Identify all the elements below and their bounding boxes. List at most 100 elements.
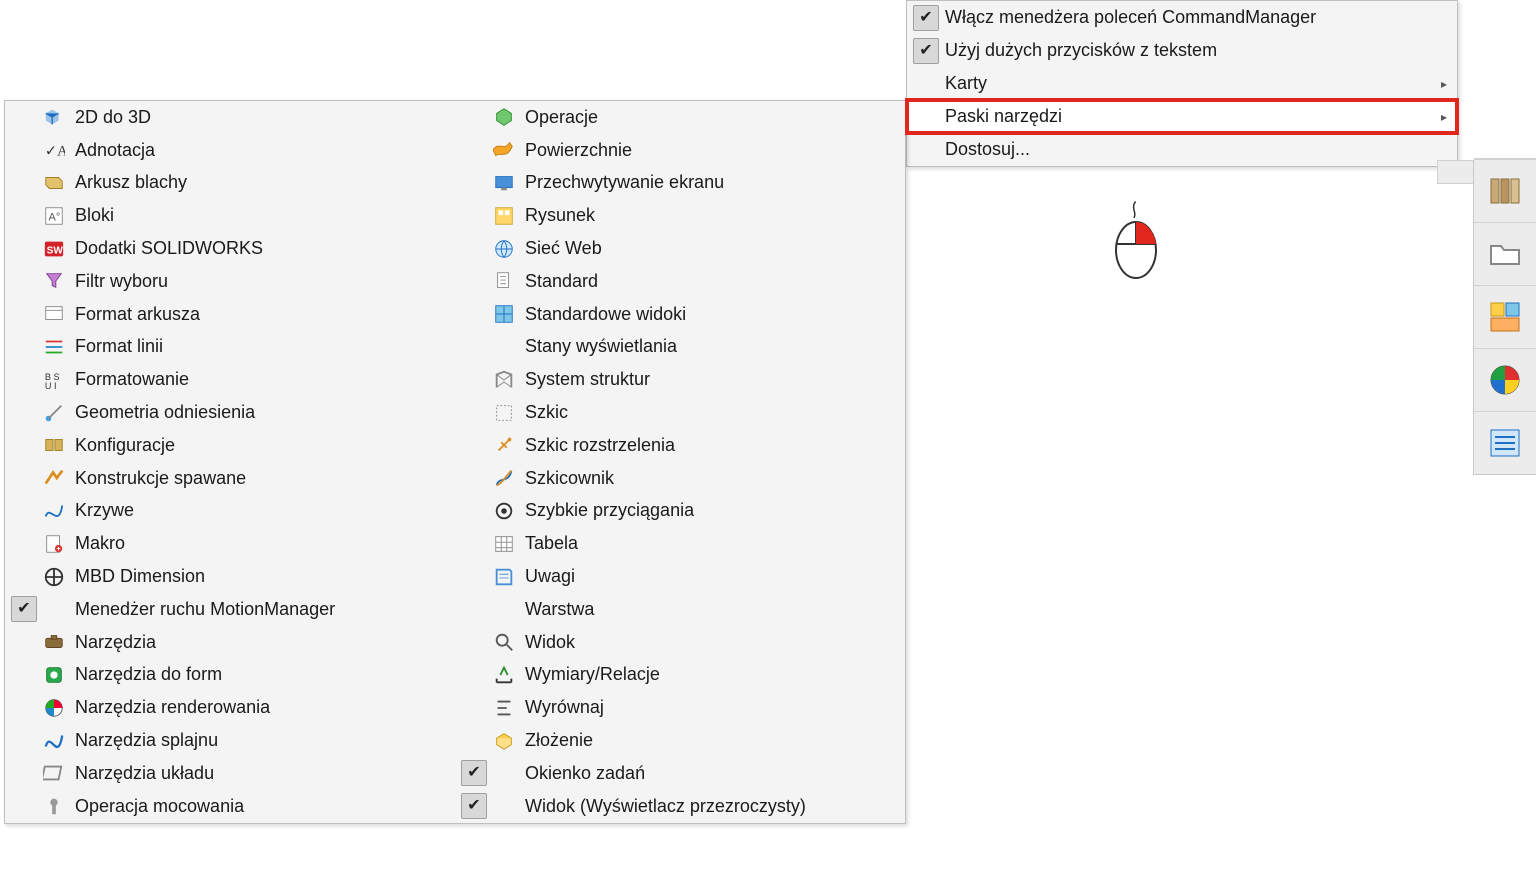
toolbar-item[interactable]: Rysunek bbox=[455, 199, 905, 232]
check-placeholder bbox=[461, 203, 487, 229]
ctx-label: Włącz menedżera poleceń CommandManager bbox=[945, 7, 1449, 28]
check-placeholder bbox=[461, 400, 487, 426]
dock-appearance-button[interactable] bbox=[1474, 349, 1536, 412]
web-icon bbox=[491, 236, 517, 262]
toolbar-item[interactable]: Szkic bbox=[455, 396, 905, 429]
dock-open-button[interactable] bbox=[1474, 223, 1536, 286]
toolbar-item-label: Operacje bbox=[525, 107, 895, 128]
formatting-icon bbox=[41, 367, 67, 393]
toolbar-item[interactable]: 2D do 3D bbox=[5, 101, 455, 134]
check-placeholder bbox=[11, 170, 37, 196]
toolbar-item[interactable]: Dodatki SOLIDWORKS bbox=[5, 232, 455, 265]
check-icon: ✔ bbox=[461, 793, 487, 819]
toolbar-item[interactable]: Konstrukcje spawane bbox=[5, 462, 455, 495]
toolbar-item[interactable]: Arkusz blachy bbox=[5, 167, 455, 200]
toolbars-submenu: 2D do 3D AdnotacjaArkusz blachyBlokiDodat… bbox=[4, 100, 906, 824]
check-placeholder bbox=[461, 695, 487, 721]
toolbar-item[interactable]: Makro bbox=[5, 527, 455, 560]
ctx-item-commandmanager[interactable]: ✔ Włącz menedżera poleceń CommandManager bbox=[907, 1, 1457, 34]
toolbar-item[interactable]: Standard bbox=[455, 265, 905, 298]
toolbar-item[interactable]: System struktur bbox=[455, 363, 905, 396]
ctx-label: Dostosuj... bbox=[945, 139, 1449, 160]
toolbar-item[interactable]: Operacja mocowania bbox=[5, 790, 455, 823]
check-placeholder bbox=[461, 268, 487, 294]
mold-tools-icon bbox=[41, 662, 67, 688]
toolbar-item[interactable]: Narzędzia bbox=[5, 626, 455, 659]
toolbar-item-label: 2D do 3D bbox=[75, 107, 445, 128]
toolbar-item[interactable]: Krzywe bbox=[5, 495, 455, 528]
toolbar-item[interactable]: Przechwytywanie ekranu bbox=[455, 167, 905, 200]
toolbar-item-label: Makro bbox=[75, 533, 445, 554]
layout-tools-icon bbox=[41, 760, 67, 786]
dock-palette-button[interactable] bbox=[1474, 286, 1536, 349]
toolbar-item[interactable]: Narzędzia splajnu bbox=[5, 724, 455, 757]
ctx-item-toolbars[interactable]: Paski narzędzi ▸ bbox=[907, 100, 1457, 133]
toolbar-item-label: Sieć Web bbox=[525, 238, 895, 259]
mouse-rightclick-illustration bbox=[1106, 200, 1166, 280]
curves-icon bbox=[41, 498, 67, 524]
toolbar-item[interactable]: ✔Menedżer ruchu MotionManager bbox=[5, 593, 455, 626]
toolbar-item[interactable]: Narzędzia do form bbox=[5, 659, 455, 692]
toolbar-item[interactable]: Narzędzia renderowania bbox=[5, 691, 455, 724]
toolbar-item[interactable]: Filtr wyboru bbox=[5, 265, 455, 298]
toolbar-item-label: Warstwa bbox=[525, 599, 895, 620]
toolbar-item[interactable]: Widok bbox=[455, 626, 905, 659]
table-icon bbox=[491, 531, 517, 557]
toolbar-item-label: Narzędzia renderowania bbox=[75, 697, 445, 718]
toolbar-item[interactable]: Warstwa bbox=[455, 593, 905, 626]
toolbars-column-2: Operacje PowierzchniePrzechwytywanie ekra… bbox=[455, 101, 905, 823]
toolbar-item[interactable]: Tabela bbox=[455, 527, 905, 560]
toolbar-item[interactable]: Wymiary/Relacje bbox=[455, 659, 905, 692]
check-placeholder bbox=[913, 71, 939, 97]
ctx-item-tabs[interactable]: Karty ▸ bbox=[907, 67, 1457, 100]
toolbar-item-label: Narzędzia do form bbox=[75, 664, 445, 685]
check-placeholder bbox=[11, 728, 37, 754]
check-placeholder bbox=[11, 695, 37, 721]
toolbar-item[interactable]: Format arkusza bbox=[5, 298, 455, 331]
toolbar-item[interactable]: Szkic rozstrzelenia bbox=[455, 429, 905, 462]
notes-icon bbox=[491, 564, 517, 590]
configs-icon bbox=[41, 432, 67, 458]
ctx-item-customize[interactable]: Dostosuj... bbox=[907, 133, 1457, 166]
toolbar-item[interactable]: ✔Widok (Wyświetlacz przezroczysty) bbox=[455, 790, 905, 823]
toolbar-item[interactable]: Bloki bbox=[5, 199, 455, 232]
toolbar-item[interactable]: Operacje bbox=[455, 101, 905, 134]
toolbar-item[interactable]: Szkicownik bbox=[455, 462, 905, 495]
check-placeholder bbox=[11, 334, 37, 360]
toolbar-item[interactable]: Sieć Web bbox=[455, 232, 905, 265]
toolbar-item[interactable]: Stany wyświetlania bbox=[455, 331, 905, 364]
toolbar-item[interactable]: Uwagi bbox=[455, 560, 905, 593]
check-placeholder bbox=[11, 301, 37, 327]
toolbar-item[interactable]: Adnotacja bbox=[5, 134, 455, 167]
macro-icon bbox=[41, 531, 67, 557]
toolbar-item-label: Wymiary/Relacje bbox=[525, 664, 895, 685]
ctx-item-large-buttons[interactable]: ✔ Użyj dużych przycisków z tekstem bbox=[907, 34, 1457, 67]
spline-tools-icon bbox=[41, 728, 67, 754]
quick-snaps-icon bbox=[491, 498, 517, 524]
ref-geom-icon bbox=[41, 400, 67, 426]
toolbar-item[interactable]: Formatowanie bbox=[5, 363, 455, 396]
dock-library-button[interactable] bbox=[1474, 160, 1536, 223]
toolbar-item[interactable]: Geometria odniesienia bbox=[5, 396, 455, 429]
toolbar-item[interactable]: Złożenie bbox=[455, 724, 905, 757]
toolbar-item-label: Format arkusza bbox=[75, 304, 445, 325]
toolbar-item[interactable]: MBD Dimension bbox=[5, 560, 455, 593]
no-icon bbox=[491, 793, 517, 819]
toolbar-item-label: Narzędzia splajnu bbox=[75, 730, 445, 751]
dock-properties-button[interactable] bbox=[1474, 412, 1536, 474]
toolbar-item[interactable]: Wyrównaj bbox=[455, 691, 905, 724]
toolbar-item[interactable]: Konfiguracje bbox=[5, 429, 455, 462]
submenu-arrow-icon: ▸ bbox=[1441, 77, 1447, 91]
toolbar-item-label: Okienko zadań bbox=[525, 763, 895, 784]
dock-grip[interactable] bbox=[1437, 160, 1474, 184]
toolbar-item[interactable]: ✔Okienko zadań bbox=[455, 757, 905, 790]
check-placeholder bbox=[461, 432, 487, 458]
assembly-icon bbox=[491, 728, 517, 754]
toolbar-item[interactable]: Powierzchnie bbox=[455, 134, 905, 167]
check-placeholder bbox=[461, 662, 487, 688]
toolbar-item[interactable]: Narzędzia układu bbox=[5, 757, 455, 790]
toolbar-item[interactable]: Szybkie przyciągania bbox=[455, 495, 905, 528]
toolbar-item[interactable]: Format linii bbox=[5, 331, 455, 364]
toolbar-item[interactable]: Standardowe widoki bbox=[455, 298, 905, 331]
toolbar-item-label: Tabela bbox=[525, 533, 895, 554]
